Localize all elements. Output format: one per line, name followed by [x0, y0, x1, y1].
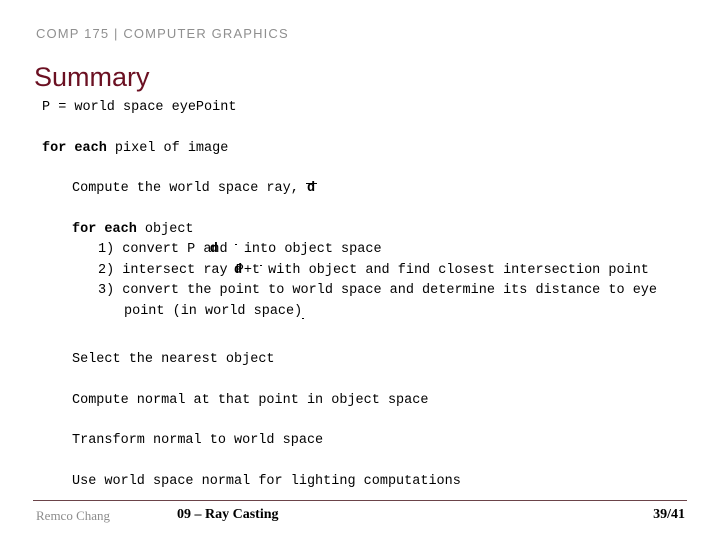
list-item: 2) intersect ray P+td with object and fi…	[98, 262, 649, 278]
line-compute-normal: Compute normal at that point in object s…	[72, 391, 702, 412]
list-item: 1) convert P and d into object space	[98, 242, 382, 257]
footer-divider	[33, 500, 687, 501]
line-eyepoint: P = world space eyePoint	[42, 98, 702, 119]
course-header: COMP 175 | COMPUTER GRAPHICS	[36, 26, 289, 41]
slide: COMP 175 | COMPUTER GRAPHICS Summary P =…	[0, 0, 720, 540]
slide-body: P = world space eyePoint for each pixel …	[42, 98, 702, 492]
footer-author: Remco Chang	[36, 508, 111, 523]
vector-d-icon: d	[306, 179, 317, 200]
keyword-for-each-object: for each	[72, 221, 137, 237]
eyepoint-text: P = world space eyePoint	[42, 100, 237, 115]
line-compute-ray: Compute the world space ray, d	[72, 179, 702, 200]
keyword-for-each-pixel: for each	[42, 140, 107, 156]
line-for-each-object: for each object	[72, 220, 702, 241]
compute-normal-text: Compute normal at that point in object s…	[72, 392, 429, 408]
footer-lecture-title: 09 – Ray Casting	[177, 507, 279, 522]
step-text-after: into object space	[235, 242, 382, 257]
transform-normal-text: Transform normal to world space	[72, 433, 324, 448]
for-each-pixel-rest: pixel of image	[106, 140, 229, 156]
step-text-after: with object and find closest intersectio…	[260, 262, 649, 278]
step-number: 3)	[98, 283, 115, 298]
list-item: 3) convert the point to world space and …	[98, 281, 702, 322]
line-for-each-pixel: for each pixel of image	[42, 139, 702, 160]
step-text-before: convert the point to world space and det…	[114, 283, 666, 319]
footer: Remco Chang 09 – Ray Casting 39/41	[33, 505, 687, 531]
line-use-normal: Use world space normal for lighting comp…	[72, 472, 702, 493]
step-number: 1)	[98, 242, 115, 257]
compute-ray-text: Compute the world space ray,	[72, 181, 307, 196]
select-nearest-text: Select the nearest object	[72, 352, 275, 367]
step-number: 2)	[98, 262, 115, 278]
steps-list: 1) convert P and d into object space 2) …	[98, 240, 702, 322]
line-transform-normal: Transform normal to world space	[72, 431, 702, 452]
page-title: Summary	[34, 62, 150, 92]
footer-page-number: 39/41	[653, 507, 685, 522]
line-select-nearest: Select the nearest object	[72, 350, 702, 371]
for-each-object-rest: object	[136, 221, 194, 237]
use-normal-text: Use world space normal for lighting comp…	[72, 473, 461, 489]
